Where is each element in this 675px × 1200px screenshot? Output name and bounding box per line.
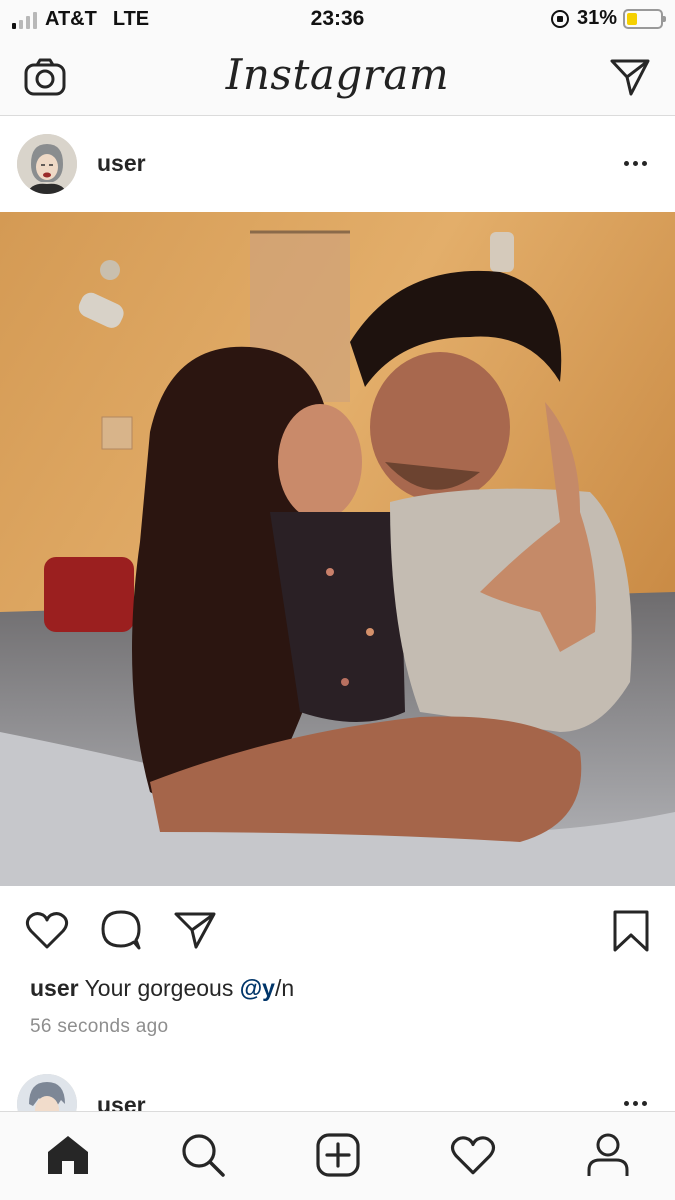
comment-icon <box>101 910 141 950</box>
more-options-icon[interactable] <box>624 161 647 166</box>
avatar-image <box>17 134 77 194</box>
search-icon <box>182 1134 225 1177</box>
avatar[interactable] <box>17 134 77 194</box>
comment-button[interactable] <box>98 908 144 952</box>
post-timestamp: 56 seconds ago <box>30 1016 169 1037</box>
caption-username[interactable]: user <box>30 975 79 1001</box>
caption-mention-suffix: /n <box>274 975 295 1001</box>
post-caption: user Your gorgeous @y/n <box>30 975 294 1002</box>
save-button[interactable] <box>608 908 654 954</box>
activity-heart-icon <box>450 1136 496 1175</box>
next-post-username[interactable]: user <box>97 1092 146 1112</box>
tab-activity[interactable] <box>448 1130 498 1180</box>
direct-message-icon <box>610 59 650 96</box>
avatar[interactable] <box>17 1074 77 1112</box>
direct-message-button[interactable] <box>608 55 652 99</box>
heart-icon <box>25 912 69 949</box>
add-post-icon <box>316 1133 360 1177</box>
bottom-tab-bar <box>0 1111 675 1200</box>
instagram-logo: Instagram <box>225 50 450 99</box>
avatar-image <box>17 1074 77 1112</box>
orientation-lock-icon <box>550 9 569 28</box>
like-button[interactable] <box>24 908 70 952</box>
status-right: 31% <box>550 7 666 30</box>
post-header: user <box>0 117 675 212</box>
home-icon <box>48 1136 88 1174</box>
next-post-header: user <box>0 1070 675 1112</box>
tab-profile[interactable] <box>583 1130 633 1180</box>
tab-add-post[interactable] <box>313 1130 363 1180</box>
profile-icon <box>587 1133 629 1176</box>
share-icon <box>174 912 216 949</box>
post-photo[interactable] <box>0 212 675 886</box>
battery-percent: 31% <box>576 7 617 29</box>
tab-search[interactable] <box>178 1130 228 1180</box>
caption-text: Your gorgeous <box>84 975 234 1001</box>
share-button[interactable] <box>172 908 218 952</box>
caption-mention[interactable]: @y <box>240 975 275 1001</box>
bookmark-icon <box>613 910 649 952</box>
more-options-icon[interactable] <box>624 1101 647 1106</box>
post-username[interactable]: user <box>97 150 146 177</box>
post-photo-image <box>0 212 675 886</box>
app-header: Instagram <box>0 38 675 116</box>
battery-icon <box>623 8 666 29</box>
battery-fill <box>627 12 637 25</box>
post-actions <box>0 886 675 976</box>
tab-home[interactable] <box>43 1130 93 1180</box>
status-bar: AT&T LTE 23:36 31% <box>0 0 675 38</box>
